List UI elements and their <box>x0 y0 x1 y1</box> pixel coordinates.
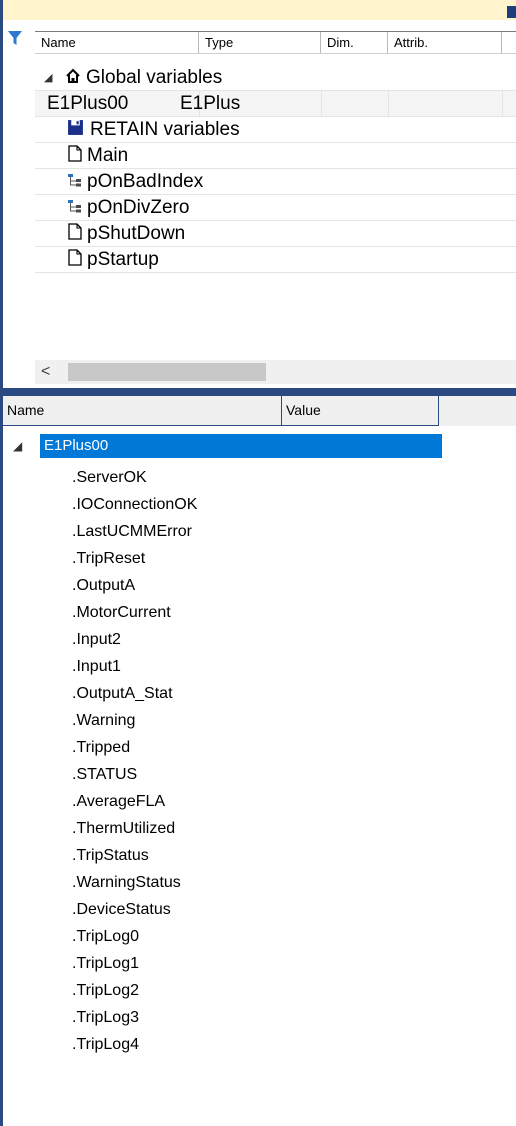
variables-tree-pane: Name Type Dim. Attrib. ◢ Global variable… <box>3 20 516 388</box>
list-item[interactable]: .OutputA <box>72 572 197 599</box>
corner-marker <box>507 6 516 18</box>
list-item[interactable]: .TripLog0 <box>72 923 197 950</box>
list-item[interactable]: .TripLog1 <box>72 950 197 977</box>
document-icon <box>68 143 82 169</box>
list-item[interactable]: .Input1 <box>72 653 197 680</box>
tree-row-ponbadindex[interactable]: pOnBadIndex <box>35 169 516 195</box>
grid-line <box>388 91 389 116</box>
tree-row-pstartup[interactable]: pStartup <box>35 247 516 273</box>
column-header-attrib[interactable]: Attrib. <box>388 32 502 53</box>
list-item[interactable]: .TripLog2 <box>72 977 197 1004</box>
list-item[interactable]: .STATUS <box>72 761 197 788</box>
column-header-dim[interactable]: Dim. <box>321 32 388 53</box>
watch-table-header: Name Value <box>3 396 516 426</box>
horizontal-scrollbar[interactable]: < <box>35 360 516 384</box>
column-header-name[interactable]: Name <box>35 32 199 53</box>
variable-row[interactable]: E1Plus00 E1Plus <box>35 91 516 117</box>
document-icon <box>68 247 82 273</box>
collapse-arrow-icon[interactable]: ◢ <box>44 65 52 91</box>
tree-label: pOnBadIndex <box>87 171 204 192</box>
tree-label: pOnDivZero <box>87 197 190 218</box>
column-header-name[interactable]: Name <box>3 396 282 426</box>
list-item[interactable]: .TripStatus <box>72 842 197 869</box>
list-item[interactable]: .ThermUtilized <box>72 815 197 842</box>
variable-type: E1Plus <box>180 93 241 114</box>
floppy-disk-icon <box>67 117 84 143</box>
grid-line <box>321 91 322 116</box>
tree-label: Global variables <box>86 67 223 88</box>
tree-row-global-variables[interactable]: ◢ Global variables <box>35 65 516 91</box>
tree-row-pondivzero[interactable]: pOnDivZero <box>35 195 516 221</box>
list-item[interactable]: .TripReset <box>72 545 197 572</box>
scroll-left-icon[interactable]: < <box>41 360 50 384</box>
watch-pane: Name Value ◢ E1Plus00 .ServerOK .IOConne… <box>3 396 516 1126</box>
home-icon <box>65 65 81 91</box>
member-list: .ServerOK .IOConnectionOK .LastUCMMError… <box>72 464 197 1058</box>
list-item[interactable]: .OutputA_Stat <box>72 680 197 707</box>
filter-icon[interactable] <box>7 30 23 46</box>
list-item[interactable]: .DeviceStatus <box>72 896 197 923</box>
tree-label: RETAIN variables <box>90 119 240 140</box>
hierarchy-icon <box>67 169 83 195</box>
collapse-arrow-icon[interactable]: ◢ <box>13 434 22 458</box>
list-item[interactable]: .Warning <box>72 707 197 734</box>
column-header-value[interactable]: Value <box>282 396 439 426</box>
tree-row-root[interactable]: ◢ E1Plus00 <box>3 434 516 458</box>
list-item[interactable]: .MotorCurrent <box>72 599 197 626</box>
list-item[interactable]: .IOConnectionOK <box>72 491 197 518</box>
list-item[interactable]: .LastUCMMError <box>72 518 197 545</box>
tree-label: pStartup <box>87 249 159 270</box>
list-item[interactable]: .ServerOK <box>72 464 197 491</box>
list-item[interactable]: .Input2 <box>72 626 197 653</box>
top-strip <box>0 0 516 20</box>
grid-line <box>502 91 503 116</box>
scrollbar-thumb[interactable] <box>68 363 266 381</box>
tree-row-retain-variables[interactable]: RETAIN variables <box>35 117 516 143</box>
tree-label: Main <box>87 145 129 166</box>
left-border <box>0 0 3 1126</box>
list-item[interactable]: .TripLog4 <box>72 1031 197 1058</box>
tree-row-pshutdown[interactable]: pShutDown <box>35 221 516 247</box>
list-item[interactable]: .TripLog3 <box>72 1004 197 1031</box>
list-item[interactable]: .AverageFLA <box>72 788 197 815</box>
tree-row-main[interactable]: Main <box>35 143 516 169</box>
column-header-type[interactable]: Type <box>199 32 321 53</box>
document-icon <box>68 221 82 247</box>
hierarchy-icon <box>67 195 83 221</box>
tree-label: pShutDown <box>87 223 186 244</box>
list-item[interactable]: .WarningStatus <box>72 869 197 896</box>
variable-name: E1Plus00 <box>47 93 129 114</box>
selected-node[interactable]: E1Plus00 <box>40 434 442 458</box>
variables-table-header: Name Type Dim. Attrib. <box>35 31 516 54</box>
pane-splitter[interactable] <box>0 388 516 396</box>
list-item[interactable]: .Tripped <box>72 734 197 761</box>
